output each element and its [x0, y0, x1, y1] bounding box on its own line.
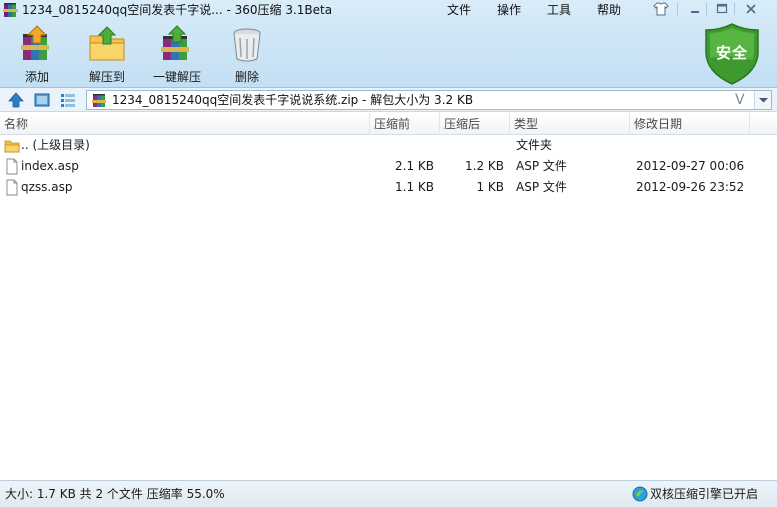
column-packed-size[interactable]: 压缩前 [370, 113, 440, 135]
winrar-books-icon [3, 3, 18, 17]
list-item-file[interactable]: qzss.asp 1.1 KB 1 KB ASP 文件 2012-09-26 2… [0, 177, 777, 198]
add-button[interactable]: 添加 [12, 24, 62, 84]
dual-core-engine-label: 双核压缩引擎已开启 [650, 487, 759, 501]
extract-to-label: 解压到 [88, 70, 125, 84]
file-modified: 2012-09-26 23:52 [636, 180, 745, 194]
file-compressed-size: 1.2 KB [465, 159, 504, 173]
file-type: 文件夹 [516, 138, 553, 152]
file-list: .. (上级目录) 文件夹 index.asp 2.1 KB 1.2 KB AS… [0, 135, 777, 479]
file-packed-size: 2.1 KB [395, 159, 434, 173]
folder-extract-icon [89, 26, 125, 61]
file-icon [6, 179, 18, 196]
minimize-icon[interactable] [687, 2, 703, 16]
menu-file[interactable]: 文件 [447, 1, 471, 19]
skin-shirt-icon[interactable] [653, 2, 669, 16]
column-name[interactable]: 名称 [0, 113, 370, 135]
delete-button[interactable]: 删除 [224, 24, 270, 84]
file-name: qzss.asp [21, 180, 73, 194]
file-type: ASP 文件 [516, 159, 567, 173]
column-modified[interactable]: 修改日期 [630, 113, 750, 135]
archive-path-field[interactable]: 1234_0815240qq空间发表千字说说系统.zip - 解包大小为 3.2… [86, 90, 772, 110]
title-bar: 1234_0815240qq空间发表千字说... - 360压缩 3.1Beta… [0, 0, 777, 20]
verify-mark[interactable]: V [735, 91, 745, 109]
address-bar: 1234_0815240qq空间发表千字说说系统.zip - 解包大小为 3.2… [0, 88, 777, 112]
window-button-separator [706, 3, 707, 15]
add-label: 添加 [24, 70, 49, 84]
list-item-file[interactable]: index.asp 2.1 KB 1.2 KB ASP 文件 2012-09-2… [0, 156, 777, 177]
one-click-extract-label: 一键解压 [152, 70, 201, 84]
window-title: 1234_0815240qq空间发表千字说... - 360压缩 3.1Beta [22, 3, 333, 17]
zip-archive-icon [92, 94, 106, 107]
add-archive-icon [21, 25, 49, 60]
list-item-parent-dir[interactable]: .. (上级目录) 文件夹 [0, 135, 777, 156]
maximize-icon[interactable] [714, 2, 730, 16]
extract-to-button[interactable]: 解压到 [82, 24, 132, 84]
file-icon [6, 158, 18, 175]
close-icon[interactable] [743, 2, 759, 16]
path-dropdown-button[interactable] [754, 91, 771, 109]
status-bar: 大小: 1.7 KB 共 2 个文件 压缩率 55.0% 双核压缩引擎已开启 [0, 480, 777, 507]
delete-label: 删除 [234, 70, 259, 84]
file-compressed-size [440, 135, 504, 156]
up-arrow-icon[interactable] [8, 92, 24, 108]
column-header: 名称 压缩前 压缩后 类型 修改日期 [0, 113, 777, 135]
menu-tools[interactable]: 工具 [547, 1, 571, 19]
file-packed-size [370, 135, 434, 156]
dual-core-engine-icon [632, 486, 648, 502]
trash-bin-icon [233, 28, 261, 62]
menu-help[interactable]: 帮助 [597, 1, 621, 19]
one-click-extract-icon [161, 25, 189, 60]
file-type: ASP 文件 [516, 180, 567, 194]
file-name: .. (上级目录) [21, 138, 90, 152]
archive-path-text: 1234_0815240qq空间发表千字说说系统.zip - 解包大小为 3.2… [112, 93, 474, 107]
top-chrome: 1234_0815240qq空间发表千字说... - 360压缩 3.1Beta… [0, 0, 777, 88]
chevron-down-icon [759, 98, 768, 103]
security-badge[interactable]: 安全 [704, 22, 760, 86]
thumbnail-view-icon[interactable] [34, 92, 50, 108]
list-view-icon[interactable] [60, 92, 76, 108]
window-button-separator [734, 3, 735, 15]
column-type[interactable]: 类型 [510, 113, 630, 135]
file-name: index.asp [21, 159, 79, 173]
file-modified: 2012-09-27 00:06 [636, 159, 745, 173]
security-label: 安全 [715, 44, 748, 62]
file-compressed-size: 1 KB [476, 180, 504, 194]
folder-icon [4, 140, 20, 153]
status-summary: 大小: 1.7 KB 共 2 个文件 压缩率 55.0% [5, 487, 225, 501]
column-compressed-size[interactable]: 压缩后 [440, 113, 510, 135]
one-click-extract-button[interactable]: 一键解压 [148, 24, 206, 84]
file-packed-size: 1.1 KB [395, 180, 434, 194]
menu-operation[interactable]: 操作 [497, 1, 521, 19]
window-button-separator [677, 3, 678, 15]
